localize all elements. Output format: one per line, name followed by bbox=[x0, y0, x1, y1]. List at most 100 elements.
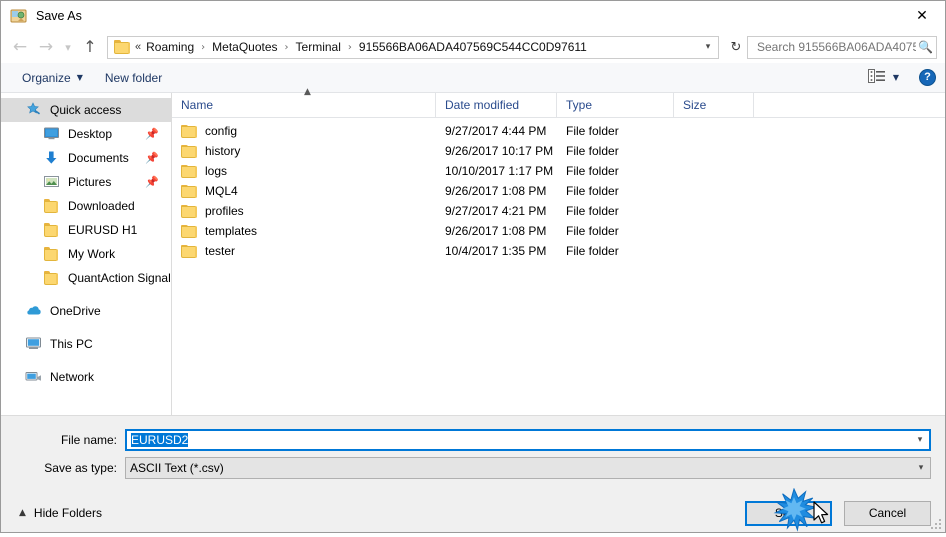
table-row[interactable]: config 9/27/2017 4:44 PM File folder bbox=[172, 121, 945, 141]
save-form-area: File name: EURUSD2 ▾ Save as type: ASCII… bbox=[1, 415, 945, 532]
breadcrumb-separator-icon: › bbox=[284, 41, 289, 53]
network-icon bbox=[25, 369, 43, 385]
file-list-pane: Name ▲ Date modified Type Size config 9/… bbox=[172, 87, 945, 415]
window-title: Save As bbox=[36, 9, 82, 23]
save-as-type-dropdown-button[interactable]: ▾ bbox=[912, 463, 930, 473]
sidebar-item-label: OneDrive bbox=[50, 304, 101, 318]
save-button[interactable]: Save bbox=[745, 500, 832, 526]
hide-folders-label: Hide Folders bbox=[33, 506, 102, 520]
table-row[interactable]: logs 10/10/2017 1:17 PM File folder bbox=[172, 161, 945, 181]
column-header-type[interactable]: Type bbox=[557, 93, 674, 117]
address-dropdown-button[interactable]: ▾ bbox=[698, 37, 718, 58]
help-button[interactable]: ? bbox=[919, 68, 937, 87]
breadcrumb-item-metaquotes[interactable]: MetaQuotes bbox=[210, 39, 279, 55]
file-date-cell: 10/4/2017 1:35 PM bbox=[445, 244, 547, 258]
file-name-label: tester bbox=[205, 244, 236, 258]
up-one-level-button[interactable]: ↑ bbox=[77, 34, 103, 60]
folder-icon bbox=[43, 222, 61, 238]
folder-icon bbox=[43, 270, 61, 286]
file-type-cell: File folder bbox=[566, 164, 619, 178]
save-as-type-value: ASCII Text (*.csv) bbox=[130, 461, 224, 475]
breadcrumb-separator-icon: › bbox=[347, 41, 352, 53]
chevron-down-icon: ▾ bbox=[917, 435, 923, 445]
file-name-value: EURUSD2 bbox=[127, 433, 911, 447]
file-name-cell: profiles bbox=[172, 204, 436, 218]
sidebar-item-this-pc[interactable]: This PC bbox=[1, 332, 171, 356]
chevron-down-icon: ▾ bbox=[65, 40, 71, 54]
file-date-cell: 9/27/2017 4:21 PM bbox=[445, 204, 547, 218]
table-row[interactable]: history 9/26/2017 10:17 PM File folder bbox=[172, 141, 945, 161]
save-as-dialog: Save As ✕ ← → ▾ ↑ « Roaming › MetaQuotes bbox=[0, 0, 946, 533]
file-name-cell: history bbox=[172, 144, 436, 158]
back-button[interactable]: ← bbox=[7, 34, 33, 60]
table-row[interactable]: profiles 9/27/2017 4:21 PM File folder bbox=[172, 201, 945, 221]
sidebar-item-documents[interactable]: Documents 📌 bbox=[1, 146, 171, 170]
column-header-name[interactable]: Name ▲ bbox=[172, 87, 436, 117]
sidebar-item-quick-access[interactable]: Quick access bbox=[1, 98, 171, 122]
address-bar[interactable]: « Roaming › MetaQuotes › Terminal › 9155… bbox=[107, 35, 719, 59]
title-bar: Save As ✕ bbox=[1, 1, 945, 31]
file-name-cell: MQL4 bbox=[172, 184, 436, 198]
save-as-type-label: Save as type: bbox=[44, 461, 117, 475]
sidebar-item-label: This PC bbox=[50, 337, 93, 351]
recent-locations-button[interactable]: ▾ bbox=[59, 34, 77, 60]
table-row[interactable]: MQL4 9/26/2017 1:08 PM File folder bbox=[172, 181, 945, 201]
new-folder-label: New folder bbox=[104, 70, 163, 85]
sidebar-item-my-work[interactable]: My Work bbox=[1, 242, 171, 266]
sidebar-item-network[interactable]: Network bbox=[1, 365, 171, 389]
folder-icon bbox=[181, 224, 197, 238]
caret-down-icon: ▼ bbox=[76, 73, 83, 82]
sidebar-item-eurusd-h1[interactable]: EURUSD H1 bbox=[1, 218, 171, 242]
folder-icon bbox=[181, 144, 197, 158]
save-as-type-select[interactable]: ASCII Text (*.csv) ▾ bbox=[125, 457, 931, 479]
folder-icon bbox=[181, 124, 197, 138]
column-header-label: Name bbox=[181, 98, 214, 112]
view-layout-icon bbox=[867, 69, 886, 86]
column-header-size[interactable]: Size bbox=[674, 93, 754, 117]
sidebar-item-downloaded[interactable]: Downloaded bbox=[1, 194, 171, 218]
search-box[interactable]: 🔍 bbox=[747, 35, 937, 59]
breadcrumb-overflow[interactable]: « bbox=[135, 41, 144, 53]
sidebar-item-desktop[interactable]: Desktop 📌 bbox=[1, 122, 171, 146]
file-name-cell: tester bbox=[172, 244, 436, 258]
file-name-cell: logs bbox=[172, 164, 436, 178]
file-type-cell: File folder bbox=[566, 124, 619, 138]
folder-icon bbox=[181, 184, 197, 198]
hide-folders-button[interactable]: ▲ Hide Folders bbox=[11, 506, 102, 520]
pin-icon: 📌 bbox=[145, 175, 159, 189]
pin-icon: 📌 bbox=[145, 151, 159, 165]
close-icon: ✕ bbox=[916, 8, 928, 24]
column-header-date-modified[interactable]: Date modified bbox=[436, 93, 557, 117]
forward-button[interactable]: → bbox=[33, 34, 59, 60]
breadcrumb-item-terminal[interactable]: Terminal bbox=[294, 39, 343, 55]
search-input[interactable] bbox=[755, 39, 918, 55]
file-name-label: MQL4 bbox=[205, 184, 238, 198]
save-as-type-row: Save as type: ASCII Text (*.csv) ▾ bbox=[1, 456, 945, 480]
caret-down-icon: ▼ bbox=[892, 73, 899, 82]
new-folder-button[interactable]: New folder bbox=[98, 68, 169, 88]
sidebar-item-label: Documents bbox=[68, 151, 129, 165]
navigation-sidebar: Quick access Desktop 📌 Documents 📌 Pictu… bbox=[1, 93, 172, 415]
star-pin-icon bbox=[25, 102, 43, 118]
table-row[interactable]: tester 10/4/2017 1:35 PM File folder bbox=[172, 241, 945, 261]
organize-button[interactable]: Organize ▼ bbox=[15, 68, 90, 88]
breadcrumb-item-terminal-id[interactable]: 915566BA06ADA407569C544CC0D97611 bbox=[357, 39, 589, 55]
refresh-button[interactable]: ↻ bbox=[725, 36, 747, 59]
table-row[interactable]: templates 9/26/2017 1:08 PM File folder bbox=[172, 221, 945, 241]
file-name-cell: templates bbox=[172, 224, 436, 238]
breadcrumb-item-roaming[interactable]: Roaming bbox=[144, 39, 196, 55]
file-name-label: profiles bbox=[205, 204, 244, 218]
resize-grip-icon[interactable] bbox=[929, 517, 941, 529]
file-name-input[interactable]: EURUSD2 ▾ bbox=[125, 429, 931, 451]
change-view-button[interactable]: ▼ bbox=[864, 67, 903, 88]
sidebar-item-quantaction-signal[interactable]: QuantAction Signal bbox=[1, 266, 171, 290]
cancel-button[interactable]: Cancel bbox=[844, 500, 931, 526]
folder-icon bbox=[114, 40, 130, 54]
file-name-dropdown-button[interactable]: ▾ bbox=[911, 435, 929, 445]
save-button-label: Save bbox=[774, 506, 803, 520]
sidebar-item-onedrive[interactable]: OneDrive bbox=[1, 299, 171, 323]
close-button[interactable]: ✕ bbox=[899, 1, 945, 31]
sidebar-item-pictures[interactable]: Pictures 📌 bbox=[1, 170, 171, 194]
column-header-label: Type bbox=[566, 98, 593, 112]
sort-ascending-icon: ▲ bbox=[304, 87, 311, 97]
